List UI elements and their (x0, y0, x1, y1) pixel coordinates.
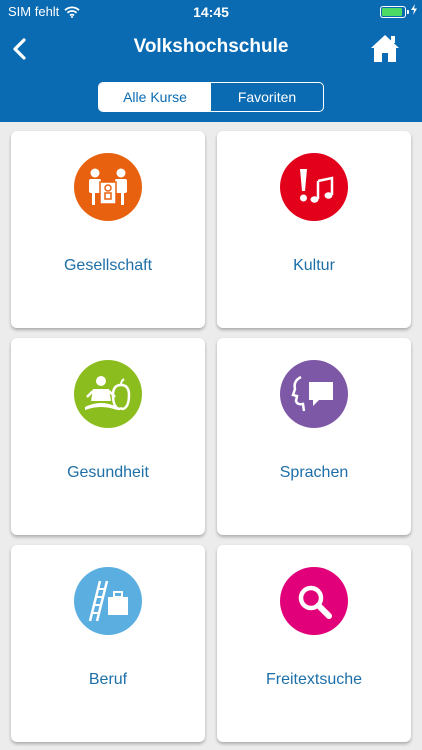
ladder-briefcase-icon (74, 567, 142, 635)
tile-label: Freitextsuche (265, 671, 363, 688)
home-button[interactable] (370, 32, 400, 64)
tile-label: Sprachen (279, 464, 349, 481)
tile-kultur[interactable]: Kultur (217, 131, 411, 328)
page-title: Volkshochschule (133, 36, 289, 57)
tile-gesellschaft[interactable]: Gesellschaft (11, 131, 205, 328)
speech-face-icon (280, 360, 348, 428)
battery-icon (380, 6, 409, 18)
navigation-bar: Volkshochschule Alle Kurse Favoriten (0, 24, 422, 122)
charging-bolt-icon (411, 4, 417, 15)
status-time: 14:45 (193, 4, 229, 20)
tile-sprachen[interactable]: Sprachen (217, 338, 411, 535)
music-brush-icon (280, 153, 348, 221)
status-bar: SIM fehlt 14:45 (0, 0, 422, 24)
tile-gesundheit[interactable]: Gesundheit (11, 338, 205, 535)
yoga-apple-icon (74, 360, 142, 428)
home-icon (371, 35, 399, 62)
battery-tip (407, 10, 409, 14)
tile-beruf[interactable]: Beruf (11, 545, 205, 742)
battery-level (382, 8, 402, 16)
segment-favoriten[interactable]: Favoriten (211, 83, 323, 111)
segmented-control: Alle Kurse Favoriten (98, 82, 324, 112)
tile-label: Gesundheit (67, 464, 149, 481)
category-grid: Gesellschaft Kultur Gesundheit Sprachen … (11, 131, 411, 742)
tile-label: Beruf (88, 671, 128, 688)
tile-label: Gesellschaft (63, 257, 153, 274)
group-presentation-icon (74, 153, 142, 221)
search-icon (280, 567, 348, 635)
tile-label: Kultur (293, 257, 335, 274)
segment-alle-kurse[interactable]: Alle Kurse (99, 83, 211, 111)
tile-freitextsuche[interactable]: Freitextsuche (217, 545, 411, 742)
